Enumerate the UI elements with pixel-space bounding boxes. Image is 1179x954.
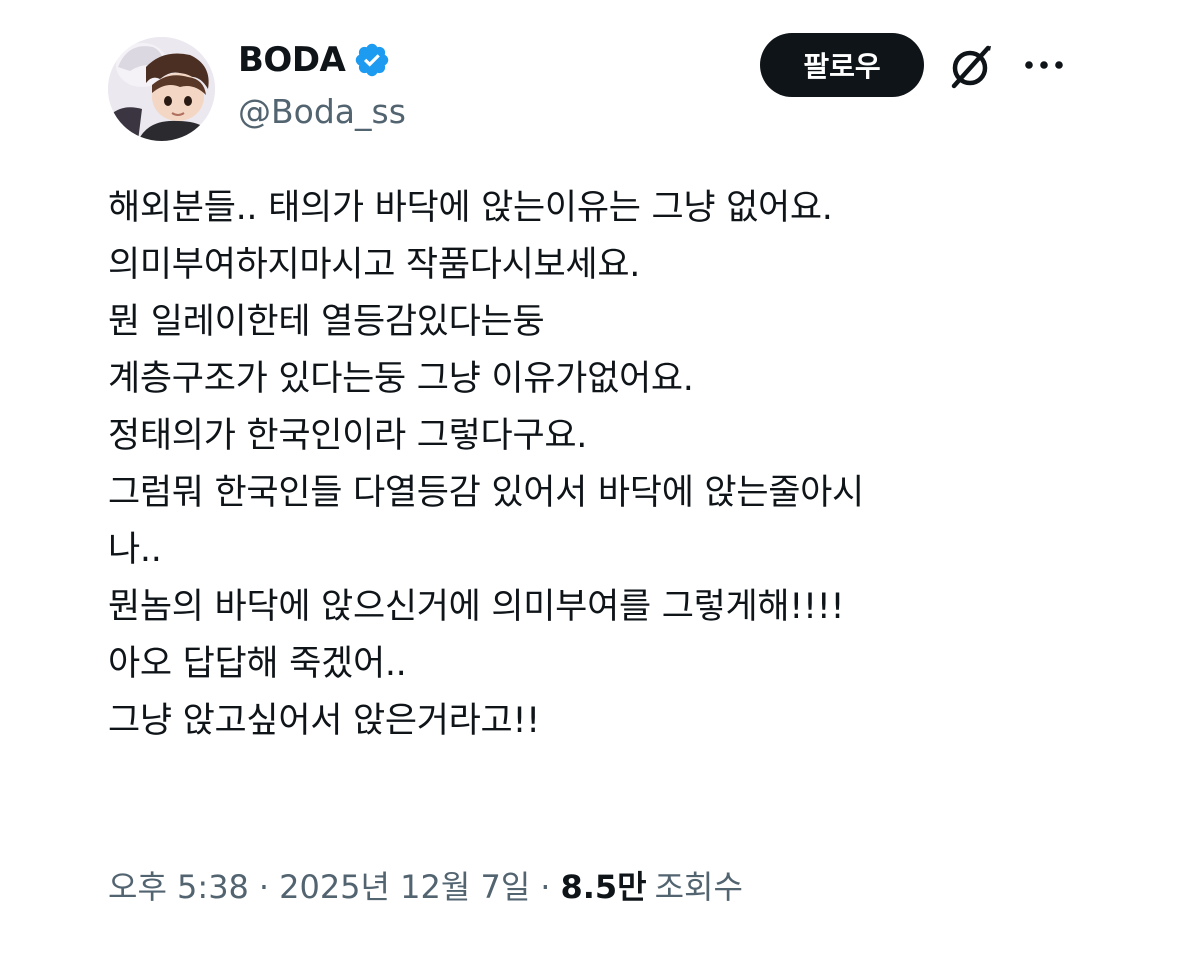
verified-badge-icon — [353, 41, 391, 79]
post-date[interactable]: 2025년 12월 7일 — [279, 862, 530, 908]
meta-separator: · — [258, 868, 270, 906]
tweet-text-line: 그냥 앉고싶어서 앉은거라고!! — [108, 701, 540, 741]
more-options-icon[interactable] — [1022, 50, 1066, 80]
author-name-row[interactable]: BODA — [238, 38, 391, 82]
tweet-text-line: 나.. — [108, 530, 162, 570]
tweet-text-line: 뭔놈의 바닥에 앉으신거에 의미부여를 그렇게해!!!! — [108, 587, 845, 627]
tweet-text-line: 계층구조가 있다는둥 그냥 이유가없어요. — [108, 359, 694, 399]
meta-separator: · — [540, 868, 551, 906]
tweet-text-line: 뭔 일레이한테 열등감있다는둥 — [108, 302, 545, 342]
author-handle[interactable]: @Boda_ss — [238, 92, 406, 131]
tweet-meta: 오후 5:38 · 2025년 12월 7일 · 8.5만 조회수 — [108, 862, 743, 908]
tweet-text: 해외분들.. 태의가 바닥에 앉는이유는 그냥 없어요. 의미부여하지마시고 작… — [108, 180, 1068, 750]
tweet-text-line: 그럼뭐 한국인들 다열등감 있어서 바닥에 앉는줄아시 — [108, 473, 864, 513]
tweet-detail: BODA @Boda_ss 팔로우 해외분들.. 태의가 바닥에 앉는이유는 그… — [0, 0, 1179, 954]
avatar[interactable] — [108, 37, 215, 141]
tweet-text-line: 정태의가 한국인이라 그렇다구요. — [108, 416, 588, 456]
display-name[interactable]: BODA — [238, 40, 346, 80]
views-count[interactable]: 8.5만 — [560, 862, 646, 908]
tweet-text-line: 아오 답답해 죽겠어.. — [108, 644, 407, 684]
grok-icon[interactable] — [946, 42, 996, 92]
post-time[interactable]: 오후 5:38 — [108, 862, 249, 908]
tweet-text-line: 해외분들.. 태의가 바닥에 앉는이유는 그냥 없어요. — [108, 188, 833, 228]
tweet-text-line: 의미부여하지마시고 작품다시보세요. — [108, 245, 641, 285]
follow-button[interactable]: 팔로우 — [760, 33, 924, 97]
avatar-image — [108, 37, 215, 141]
views-label: 조회수 — [654, 868, 743, 906]
